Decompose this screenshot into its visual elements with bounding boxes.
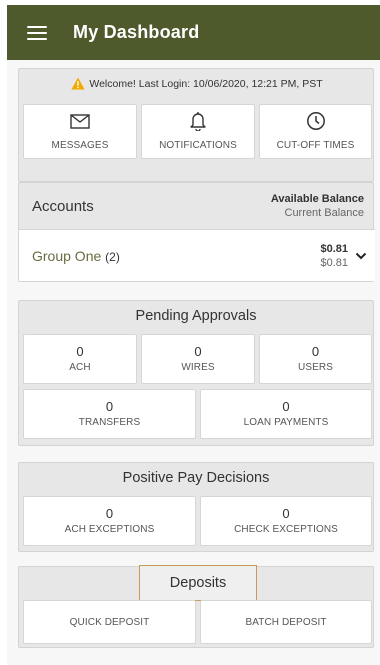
welcome-card: Welcome! Last Login: 10/06/2020, 12:21 P… [18,68,374,182]
pending-ach-button[interactable]: 0 ACH [23,334,137,384]
app-header: My Dashboard [7,5,380,60]
pending-loan-payments-button[interactable]: 0 LOAN PAYMENTS [200,389,372,439]
account-group-count: (2) [105,249,120,264]
chevron-down-icon[interactable] [355,247,367,265]
clock-icon [306,111,326,131]
account-group-name[interactable]: Group One [32,248,101,264]
deposits-title: Deposits [139,565,257,601]
batch-deposit-button[interactable]: BATCH DEPOSIT [200,600,372,644]
ach-exceptions-button[interactable]: 0 ACH EXCEPTIONS [23,496,196,546]
current-balance-label: Current Balance [284,207,365,219]
available-balance-label: Available Balance [270,193,364,205]
bell-icon [189,111,207,131]
messages-button[interactable]: MESSAGES [23,104,137,159]
pending-approvals-title: Pending Approvals [135,308,257,324]
current-balance-value: $0.81 [320,256,348,269]
pending-wires-button[interactable]: 0 WIRES [141,334,255,384]
deposits-card: Deposits QUICK DEPOSIT BATCH DEPOSIT [18,565,374,648]
check-exceptions-button[interactable]: 0 CHECK EXCEPTIONS [200,496,372,546]
accounts-header: Accounts Available Balance Current Balan… [19,183,375,229]
accounts-title: Accounts [32,197,94,215]
pending-approvals-card: Pending Approvals 0 ACH 0 WIRES 0 USERS … [18,300,374,446]
last-login-banner: Welcome! Last Login: 10/06/2020, 12:21 P… [19,77,375,90]
envelope-icon [70,111,90,131]
pending-transfers-button[interactable]: 0 TRANSFERS [23,389,196,439]
account-group-row[interactable]: Group One (2) $0.81 $0.81 [19,229,375,281]
warning-icon [71,77,85,90]
hamburger-icon[interactable] [27,25,47,41]
positive-pay-title: Positive Pay Decisions [122,470,270,486]
notifications-button[interactable]: NOTIFICATIONS [141,104,255,159]
quick-deposit-button[interactable]: QUICK DEPOSIT [23,600,196,644]
pending-users-button[interactable]: 0 USERS [259,334,372,384]
accounts-card: Accounts Available Balance Current Balan… [18,182,375,282]
positive-pay-card: Positive Pay Decisions 0 ACH EXCEPTIONS … [18,462,374,552]
cutoff-times-button[interactable]: CUT-OFF TIMES [259,104,372,159]
dashboard-content: Welcome! Last Login: 10/06/2020, 12:21 P… [7,60,380,665]
last-login-text: Welcome! Last Login: 10/06/2020, 12:21 P… [89,77,323,90]
page-title: My Dashboard [73,22,200,42]
available-balance-value: $0.81 [320,242,348,255]
